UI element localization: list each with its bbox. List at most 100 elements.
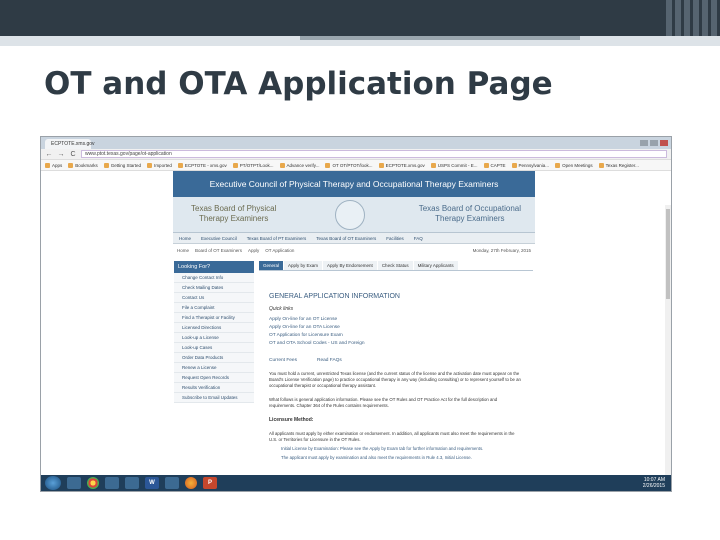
general-info-paragraph: What follows is general application info…	[269, 397, 498, 408]
browser-screenshot: ECPTOTE.xms.gov ← → C www.ptot.texas.gov…	[40, 136, 672, 492]
sidebar-item[interactable]: Subscribe to Email Updates	[174, 393, 254, 403]
site-date: Monday, 27th February, 2015	[472, 247, 531, 253]
page-icon	[483, 162, 489, 168]
nav-ot-board[interactable]: Texas Board of OT Examiners	[316, 236, 376, 241]
main-content: General Apply by Exam Apply By Endorseme…	[259, 261, 533, 461]
sidebar-item[interactable]: Results Verification	[174, 383, 254, 393]
firefox-icon[interactable]	[185, 477, 197, 489]
sidebar-heading: Looking For?	[174, 261, 254, 273]
maximize-icon[interactable]	[650, 140, 658, 146]
chrome-icon[interactable]	[87, 477, 99, 489]
sidebar: Looking For? Change Contact Info Check M…	[174, 261, 254, 403]
slide-header-bar	[0, 0, 720, 36]
tab-military-applicants[interactable]: Military Applicants	[413, 261, 458, 270]
nav-facilities[interactable]: Facilities	[386, 236, 404, 241]
quick-link[interactable]: OT Application for Licensure Exam	[269, 332, 533, 340]
app-icon[interactable]	[165, 477, 179, 489]
breadcrumb-item[interactable]: Home	[177, 248, 189, 253]
bookmark-item[interactable]: Apps	[45, 162, 62, 168]
current-fees-link[interactable]: Current Fees	[269, 358, 297, 363]
web-page: Executive Council of Physical Therapy an…	[41, 171, 671, 491]
browser-tab[interactable]: ECPTOTE.xms.gov	[45, 139, 95, 149]
quick-link[interactable]: Apply On-line for an OTA License	[269, 324, 533, 332]
nav-pt-board[interactable]: Texas Board of PT Examiners	[247, 236, 306, 241]
licensure-paragraph: All applicants must apply by either exam…	[269, 431, 515, 442]
minimize-icon[interactable]	[640, 140, 648, 146]
breadcrumb: Home Board of OT Examiners Apply OT Appl…	[173, 244, 535, 256]
nav-faq[interactable]: FAQ	[414, 236, 423, 241]
bookmark-item[interactable]: Texas Register...	[598, 162, 639, 168]
folder-icon	[147, 162, 153, 168]
forward-icon[interactable]: →	[57, 151, 65, 158]
bookmark-item[interactable]: OT OT/PTOT/look...	[325, 162, 373, 168]
bookmark-item[interactable]: Getting Started	[103, 162, 141, 168]
folder-icon[interactable]	[105, 477, 119, 489]
explorer-icon[interactable]	[67, 477, 81, 489]
reload-icon[interactable]: C	[69, 151, 77, 158]
app-icon[interactable]	[125, 477, 139, 489]
page-icon	[511, 162, 517, 168]
powerpoint-icon[interactable]: P	[203, 477, 217, 489]
board-ot-logo[interactable]: Texas Board of Occupational Therapy Exam…	[419, 204, 521, 224]
tab-apply-by-endorsement[interactable]: Apply By Endorsement	[323, 261, 377, 270]
sidebar-item[interactable]: Look-up a License	[174, 333, 254, 343]
bookmark-item[interactable]: CAPTE	[483, 162, 506, 168]
tab-check-status[interactable]: Check Status	[377, 261, 413, 270]
sidebar-item[interactable]: Check Mailing Dates	[174, 283, 254, 293]
page-icon	[177, 162, 183, 168]
windows-taskbar: W P 10:07 AM 2/26/2015	[41, 475, 671, 491]
content-title: GENERAL APPLICATION INFORMATION	[269, 293, 400, 300]
tab-apply-by-exam[interactable]: Apply by Exam	[284, 261, 323, 270]
board-pt-logo[interactable]: Texas Board of Physical Therapy Examiner…	[191, 204, 276, 224]
licensure-bullet[interactable]: Initial License by Examination: Please s…	[281, 446, 523, 452]
sidebar-item[interactable]: Contact Us	[174, 293, 254, 303]
quick-link[interactable]: OT and OTA School Codes - US and Foreign	[269, 340, 533, 348]
bookmark-item[interactable]: Bookmarks	[68, 162, 98, 168]
start-button-icon[interactable]	[45, 476, 61, 490]
state-seal-icon	[335, 200, 365, 230]
content-tabs: General Apply by Exam Apply By Endorseme…	[259, 261, 533, 271]
word-icon[interactable]: W	[145, 477, 159, 489]
system-clock[interactable]: 10:07 AM 2/26/2015	[643, 477, 671, 489]
address-bar[interactable]: www.ptot.texas.gov/page/ot-application	[81, 150, 667, 158]
page-icon	[325, 162, 331, 168]
sidebar-item[interactable]: Change Contact Info	[174, 273, 254, 283]
slide-title: OT and OTA Application Page	[44, 66, 553, 102]
site-banner: Texas Board of Physical Therapy Examiner…	[173, 197, 535, 233]
page-icon	[279, 162, 285, 168]
quick-links-label: Quick links	[269, 306, 294, 312]
folder-icon	[45, 162, 50, 168]
bookmark-item[interactable]: Pennsylvania...	[511, 162, 549, 168]
sidebar-item[interactable]: Find a Therapist or Facility	[174, 313, 254, 323]
bookmark-item[interactable]: Advance verify...	[279, 162, 319, 168]
window-controls	[640, 137, 671, 149]
page-icon	[232, 162, 238, 168]
browser-toolbar: ← → C www.ptot.texas.gov/page/ot-applica…	[41, 149, 671, 160]
nav-executive-council[interactable]: Executive Council	[201, 236, 237, 241]
breadcrumb-item[interactable]: OT Application	[265, 248, 294, 253]
bookmark-item[interactable]: ECPTOTE - xms.gov	[177, 162, 227, 168]
bookmark-item[interactable]: Open Meetings	[555, 162, 593, 168]
page-scrollbar[interactable]	[665, 205, 671, 491]
quick-links: Apply On-line for an OT License Apply On…	[269, 316, 533, 348]
nav-home[interactable]: Home	[179, 236, 191, 241]
browser-tabbar: ECPTOTE.xms.gov	[41, 137, 671, 149]
breadcrumb-item[interactable]: Apply	[248, 248, 259, 253]
bookmark-item[interactable]: Imported	[147, 162, 172, 168]
bookmark-item[interactable]: ECPTOTE.xms.gov	[378, 162, 425, 168]
bookmark-item[interactable]: USPS Commit - E...	[430, 162, 478, 168]
read-faqs-link[interactable]: Read FAQs	[317, 358, 342, 363]
sidebar-item[interactable]: Order Data Products	[174, 353, 254, 363]
close-icon[interactable]	[660, 140, 668, 146]
quick-link[interactable]: Apply On-line for an OT License	[269, 316, 533, 324]
sidebar-item[interactable]: Look-up Cases	[174, 343, 254, 353]
page-icon	[378, 162, 384, 168]
breadcrumb-item[interactable]: Board of OT Examiners	[195, 248, 242, 253]
bookmark-item[interactable]: PT/OTPT/Look...	[232, 162, 274, 168]
back-icon[interactable]: ←	[45, 151, 53, 158]
sidebar-item[interactable]: File a Complaint	[174, 303, 254, 313]
tab-general[interactable]: General	[259, 261, 284, 270]
sidebar-item[interactable]: Request Open Records	[174, 373, 254, 383]
sidebar-item[interactable]: Renew a License	[174, 363, 254, 373]
sidebar-item[interactable]: Licensed Directions	[174, 323, 254, 333]
